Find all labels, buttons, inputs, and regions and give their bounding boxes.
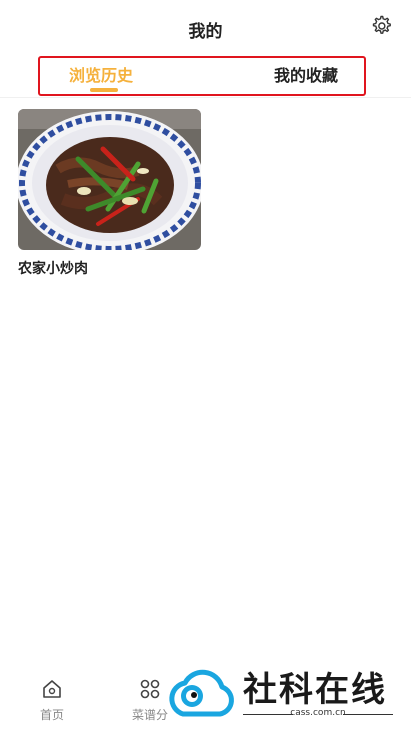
cloud-logo-icon (169, 669, 234, 717)
recipe-thumbnail (18, 109, 201, 250)
header: 我的 (0, 0, 411, 56)
tab-bar: 浏览历史 我的收藏 (38, 56, 366, 96)
watermark: 社科在线 cass.com.cn (165, 660, 405, 726)
category-icon (140, 679, 160, 699)
page-title: 我的 (188, 22, 223, 42)
tab-my-favorites[interactable]: 我的收藏 (274, 62, 338, 86)
recipe-title: 农家小炒肉 (18, 261, 88, 277)
nav-home[interactable]: 首页 (22, 678, 82, 723)
home-icon (43, 680, 61, 698)
watermark-name: 社科在线 (243, 670, 387, 710)
divider (0, 97, 411, 98)
watermark-line-right (343, 714, 393, 715)
active-tab-indicator (90, 88, 118, 92)
tab-browse-history[interactable]: 浏览历史 (69, 62, 133, 86)
page: 我的 浏览历史 我的收藏 农家小炒肉 首页 菜谱分 社科在线 cass.com.… (0, 0, 411, 731)
watermark-domain: cass.com.cn (290, 708, 346, 718)
gear-icon (372, 15, 391, 34)
nav-home-label: 首页 (39, 708, 64, 722)
settings-button[interactable] (369, 14, 393, 38)
recipe-card[interactable]: 农家小炒肉 (18, 109, 201, 278)
